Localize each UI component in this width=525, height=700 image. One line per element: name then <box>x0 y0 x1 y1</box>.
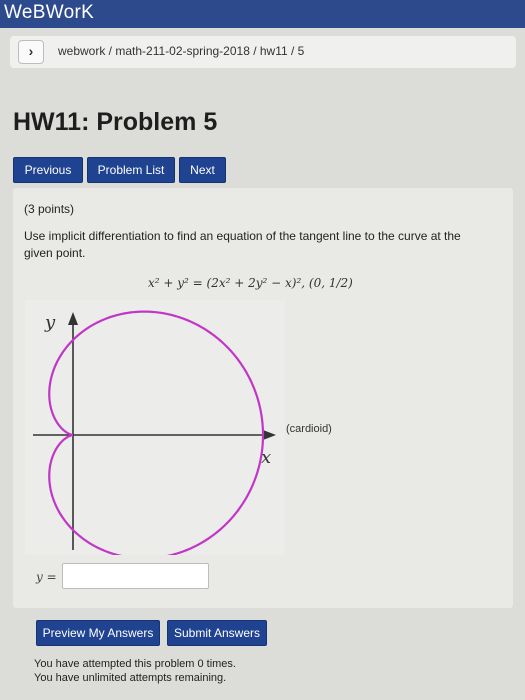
previous-button[interactable]: Previous <box>13 157 83 183</box>
y-axis-label: y <box>44 312 56 333</box>
chevron-right-icon[interactable]: › <box>18 40 44 64</box>
cardioid-label: (cardioid) <box>286 423 332 435</box>
preview-answers-button[interactable]: Preview My Answers <box>36 620 160 646</box>
problem-list-button[interactable]: Problem List <box>87 157 175 183</box>
attempted-text: You have attempted this problem 0 times. <box>34 658 236 670</box>
remaining-text: You have unlimited attempts remaining. <box>34 672 227 684</box>
problem-equation: x² + y² = (2x² + 2y² − x)², (0, 1/2) <box>148 276 353 290</box>
cardioid-figure: y x <box>25 300 285 555</box>
attempts-status: You have attempted this problem 0 times.… <box>34 657 236 685</box>
next-button[interactable]: Next <box>179 157 226 183</box>
figure-background <box>25 300 285 555</box>
problem-question: Use implicit differentiation to find an … <box>24 229 461 260</box>
x-axis-label: x <box>261 447 271 468</box>
breadcrumb-path[interactable]: webwork / math-211-02-spring-2018 / hw11… <box>58 44 304 58</box>
breadcrumb: › webwork / math-211-02-spring-2018 / hw… <box>10 36 516 68</box>
answer-input[interactable] <box>62 563 209 589</box>
brand-logo[interactable]: WeBWorK <box>4 2 94 24</box>
problem-points: (3 points) <box>24 202 75 216</box>
answer-label: y = <box>36 570 57 584</box>
top-bar: WeBWorK <box>0 0 525 28</box>
page-title: HW11: Problem 5 <box>13 108 218 136</box>
submit-answers-button[interactable]: Submit Answers <box>167 620 267 646</box>
